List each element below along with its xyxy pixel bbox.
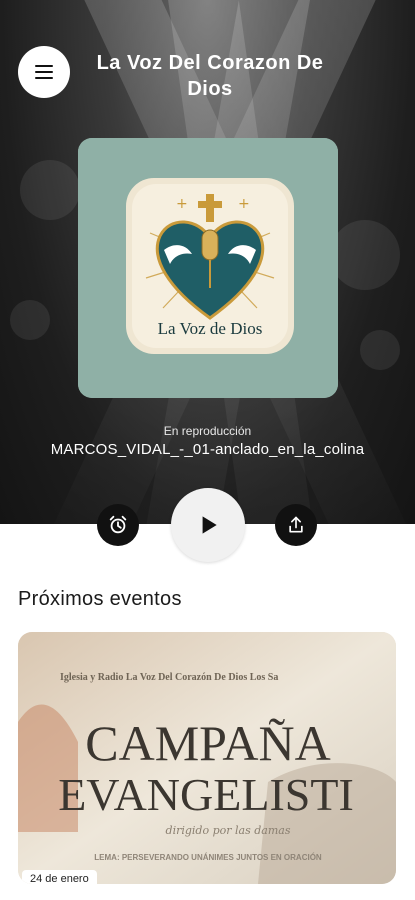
event-banner-script: dirigido por las damas	[166, 824, 291, 837]
bokeh-light	[330, 220, 400, 290]
alarm-clock-icon	[109, 515, 127, 534]
bokeh-light	[20, 160, 80, 220]
event-card[interactable]: Iglesia y Radio La Voz Del Corazón De Di…	[18, 632, 396, 884]
bokeh-light	[360, 330, 400, 370]
play-icon	[202, 516, 217, 534]
svg-text:+: +	[176, 196, 188, 212]
now-playing-label: En reproducción	[163, 424, 252, 438]
upcoming-events-heading: Próximos eventos	[18, 588, 182, 610]
event-banner-image: Iglesia y Radio La Voz Del Corazón De Di…	[18, 632, 396, 884]
event-date-badge: 24 de enero	[22, 870, 97, 884]
event-banner-line2: EVANGELISTI	[58, 769, 354, 820]
play-button[interactable]	[171, 488, 245, 562]
event-banner-bottom-text: LEMA: PERSEVERANDO UNÁNIMES JUNTOS EN OR…	[94, 853, 322, 862]
menu-icon	[35, 65, 53, 79]
share-icon	[289, 516, 303, 533]
station-title: La Voz Del Corazon De Dios	[96, 52, 324, 100]
sleep-timer-button[interactable]	[97, 504, 139, 546]
track-title: MARCOS_VIDAL_-_01-anclado_en_la_colina	[50, 441, 365, 458]
share-button[interactable]	[275, 504, 317, 546]
bokeh-light	[10, 300, 50, 340]
station-artwork: + + La Voz de Dios	[78, 138, 338, 398]
menu-button[interactable]	[18, 46, 70, 98]
event-banner-line1: CAMPAÑA	[85, 715, 330, 771]
event-banner-top-text: Iglesia y Radio La Voz Del Corazón De Di…	[60, 672, 278, 683]
svg-text:+: +	[238, 196, 250, 212]
artwork-logo-text: La Voz de Dios	[158, 319, 263, 338]
